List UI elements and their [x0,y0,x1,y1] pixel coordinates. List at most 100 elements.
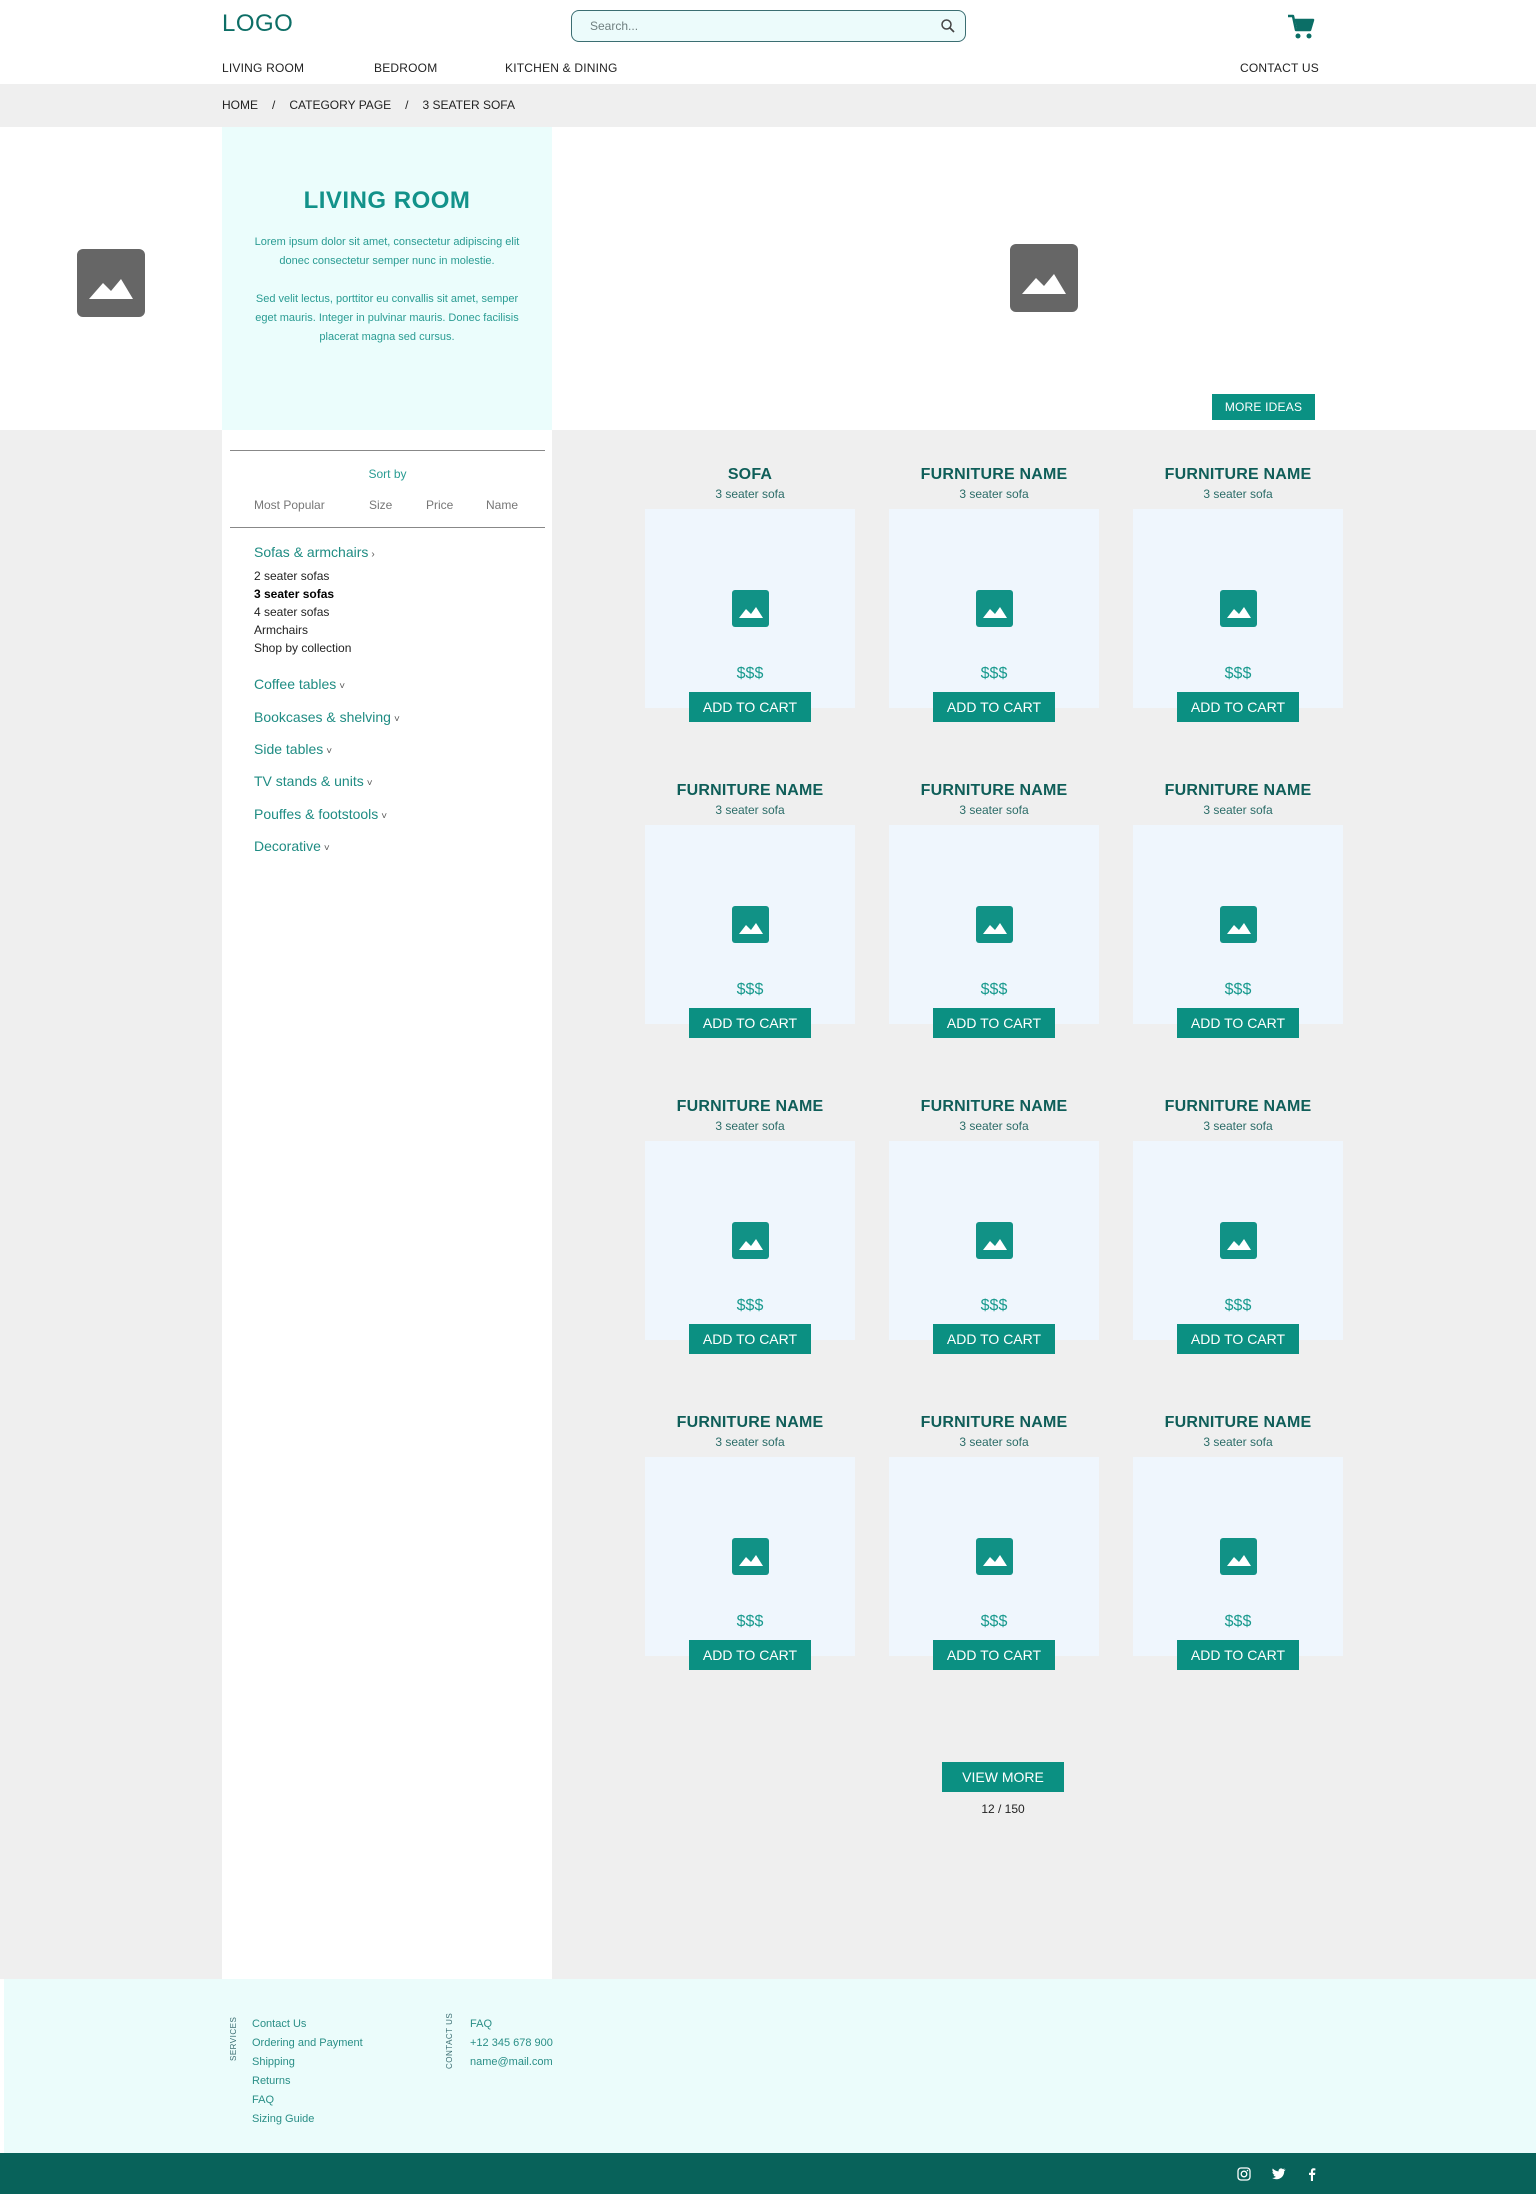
chevron-down-icon: ˅ [323,843,330,854]
instagram-icon[interactable] [1236,2166,1252,2182]
subcategory-4-seater[interactable]: 4 seater sofas [254,605,329,619]
footer-link[interactable]: Ordering and Payment [252,2037,363,2049]
breadcrumb-bar: HOME / CATEGORY PAGE / 3 SEATER SOFA [0,84,1536,127]
footer-section-label: SERVICES [229,2016,238,2061]
image-placeholder-icon [732,1222,769,1259]
image-placeholder-icon [732,1538,769,1575]
sort-name[interactable]: Name [486,498,518,512]
footer-link[interactable]: FAQ [252,2094,274,2106]
footer-link[interactable]: FAQ [470,2018,492,2030]
footer-phone[interactable]: +12 345 678 900 [470,2037,553,2049]
cart-icon[interactable] [1287,14,1315,40]
image-placeholder-icon [732,590,769,627]
pagination-count: 12 / 150 [981,1802,1025,1816]
product-card[interactable]: $$$ [889,825,1099,1024]
category-label: Side tables [254,741,324,757]
nav-living-room[interactable]: LIVING ROOM [222,61,304,75]
product-card[interactable]: $$$ [889,1141,1099,1340]
breadcrumb-home[interactable]: HOME [222,98,258,112]
category-bookcases-shelving[interactable]: Bookcases & shelving ˅ [254,709,400,725]
sort-size[interactable]: Size [369,498,392,512]
product-card[interactable]: $$$ [889,509,1099,708]
category-side-tables[interactable]: Side tables ˅ [254,741,332,757]
image-placeholder-icon [976,1538,1013,1575]
nav-bedroom[interactable]: BEDROOM [374,61,437,75]
product-card[interactable]: $$$ [1133,1457,1343,1656]
product-name[interactable]: FURNITURE NAME [889,466,1099,484]
facebook-icon[interactable] [1304,2166,1320,2182]
product-card[interactable]: $$$ [1133,825,1343,1024]
breadcrumb-category[interactable]: CATEGORY PAGE [289,98,391,112]
product-subtitle: 3 seater sofa [715,1435,785,1449]
search-input[interactable]: Search... [571,10,966,42]
subcategory-3-seater[interactable]: 3 seater sofas [254,587,334,601]
add-to-cart-button[interactable]: ADD TO CART [689,1008,811,1038]
add-to-cart-button[interactable]: ADD TO CART [933,1640,1055,1670]
more-ideas-button[interactable]: MORE IDEAS [1212,394,1315,420]
footer-link[interactable]: Returns [252,2075,291,2087]
add-to-cart-button[interactable]: ADD TO CART [689,1324,811,1354]
product-subtitle: 3 seater sofa [715,803,785,817]
product-price: $$$ [1224,1613,1252,1630]
footer-email[interactable]: name@mail.com [470,2056,553,2068]
product-name[interactable]: FURNITURE NAME [645,1098,855,1116]
logo[interactable]: LOGO [222,10,293,38]
add-to-cart-button[interactable]: ADD TO CART [1177,1008,1299,1038]
intro-paragraph: Sed velit lectus, porttitor eu convallis… [255,293,519,343]
product-name[interactable]: SOFA [645,466,855,484]
product-name[interactable]: FURNITURE NAME [1133,1414,1343,1432]
footer-link[interactable]: Sizing Guide [252,2113,314,2125]
image-placeholder-icon [77,249,145,317]
product-name[interactable]: FURNITURE NAME [645,782,855,800]
breadcrumb-separator: / [272,98,276,112]
category-pouffes-footstools[interactable]: Pouffes & footstools ˅ [254,806,387,822]
view-more-button[interactable]: VIEW MORE [942,1762,1064,1792]
product-card[interactable]: $$$ [645,509,855,708]
product-name[interactable]: FURNITURE NAME [1133,782,1343,800]
add-to-cart-button[interactable]: ADD TO CART [933,1324,1055,1354]
add-to-cart-button[interactable]: ADD TO CART [689,1640,811,1670]
product-name[interactable]: FURNITURE NAME [1133,466,1343,484]
product-name[interactable]: FURNITURE NAME [889,1098,1099,1116]
subcategory-shop-by-collection[interactable]: Shop by collection [254,641,351,655]
add-to-cart-button[interactable]: ADD TO CART [689,692,811,722]
product-card[interactable]: $$$ [645,825,855,1024]
sort-price[interactable]: Price [426,498,453,512]
category-sofas-armchairs[interactable]: Sofas & armchairs › [254,544,375,560]
subcategory-armchairs[interactable]: Armchairs [254,623,308,637]
add-to-cart-button[interactable]: ADD TO CART [1177,1324,1299,1354]
footer-link[interactable]: Contact Us [252,2018,306,2030]
product-card[interactable]: $$$ [645,1457,855,1656]
add-to-cart-button[interactable]: ADD TO CART [1177,1640,1299,1670]
product-card[interactable]: $$$ [1133,509,1343,708]
product-price: $$$ [1224,981,1252,998]
footer-link[interactable]: Shipping [252,2056,295,2068]
category-decorative[interactable]: Decorative ˅ [254,838,330,854]
image-placeholder-icon [976,1222,1013,1259]
search-icon[interactable] [939,17,957,35]
nav-kitchen-dining[interactable]: KITCHEN & DINING [505,61,618,75]
add-to-cart-button[interactable]: ADD TO CART [933,1008,1055,1038]
nav-contact-us[interactable]: CONTACT US [1240,61,1319,75]
add-to-cart-button[interactable]: ADD TO CART [933,692,1055,722]
category-coffee-tables[interactable]: Coffee tables ˅ [254,676,345,692]
product-name[interactable]: FURNITURE NAME [645,1414,855,1432]
subcategory-2-seater[interactable]: 2 seater sofas [254,569,329,583]
chevron-down-icon: ˅ [339,681,346,692]
product-name[interactable]: FURNITURE NAME [889,782,1099,800]
product-name[interactable]: FURNITURE NAME [889,1414,1099,1432]
product-card[interactable]: $$$ [645,1141,855,1340]
category-tv-stands[interactable]: TV stands & units ˅ [254,773,373,789]
product-name[interactable]: FURNITURE NAME [1133,1098,1343,1116]
add-to-cart-button[interactable]: ADD TO CART [1177,692,1299,722]
category-title: LIVING ROOM [303,187,471,214]
sort-most-popular[interactable]: Most Popular [254,498,325,512]
product-card[interactable]: $$$ [889,1457,1099,1656]
site-header: LOGO Search... LIVING ROOM BEDROOM KITCH… [0,0,1536,84]
twitter-icon[interactable] [1270,2166,1286,2182]
breadcrumb-current: 3 SEATER SOFA [422,98,515,112]
product-subtitle: 3 seater sofa [1203,487,1273,501]
product-card[interactable]: $$$ [1133,1141,1343,1340]
product-price: $$$ [980,1613,1008,1630]
image-placeholder-icon [1220,1222,1257,1259]
